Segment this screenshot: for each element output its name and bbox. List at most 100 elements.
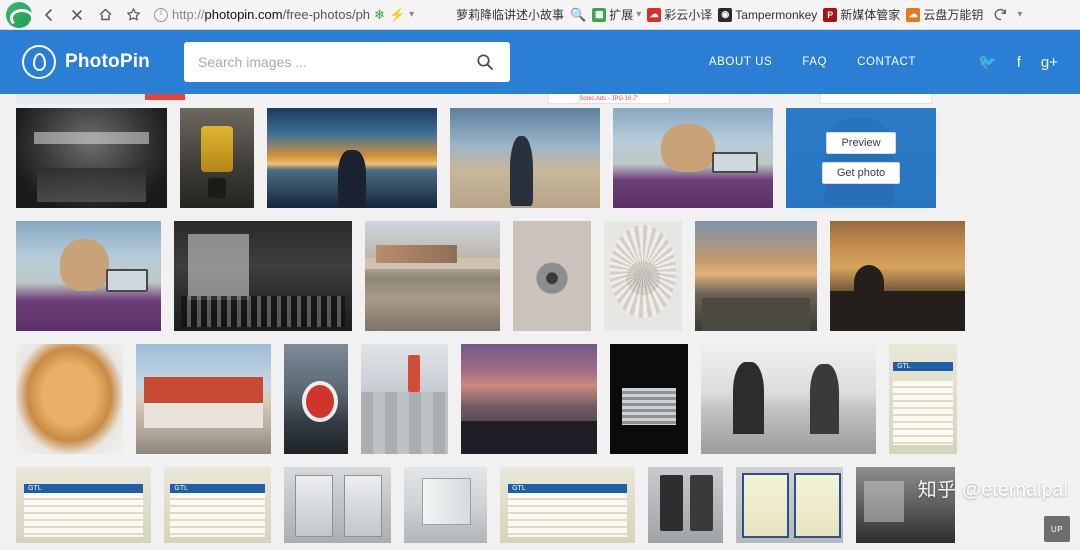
bookmark-item-1[interactable]: ▦ 扩展 ▾ — [592, 6, 641, 23]
sign-text-lines — [508, 492, 627, 537]
photo-thumbnail[interactable] — [16, 221, 161, 331]
gtl-sign-label: GTL — [508, 483, 627, 493]
bookmark-item-0[interactable]: 萝莉降临讲述小故事 — [456, 6, 564, 23]
bookmark-label: Tampermonkey — [735, 7, 818, 22]
url-text: http://photopin.com/free-photos/ph — [172, 7, 370, 22]
photo-thumbnail[interactable]: GTL — [889, 344, 957, 454]
partial-tile-right — [820, 94, 932, 104]
chevron-down-icon[interactable]: ▾ — [636, 9, 641, 20]
nav-item-contact[interactable]: CONTACT — [857, 56, 916, 68]
site-header: PhotoPin ABOUT US FAQ CONTACT 🐦 f g+ — [0, 30, 1080, 94]
browser-toolbar: http://photopin.com/free-photos/ph ❄ ⚡ ▾… — [0, 0, 1080, 30]
url-path: /free-photos/ph — [282, 7, 371, 22]
close-icon[interactable] — [66, 4, 88, 26]
photo-thumbnail[interactable] — [136, 344, 271, 454]
bookmark-item-2[interactable]: ☁ 彩云小译 — [647, 6, 712, 23]
bookmark-label: 扩展 — [609, 8, 634, 22]
twitter-icon[interactable]: 🐦 — [978, 53, 997, 71]
photo-thumbnail[interactable] — [648, 467, 723, 543]
photo-thumbnail[interactable]: GTL — [16, 467, 151, 543]
sign-text-lines — [893, 381, 953, 446]
photo-thumbnail[interactable] — [16, 108, 167, 208]
photo-grid-row — [0, 221, 1080, 344]
bookmark-label: 新媒体管家 — [840, 8, 901, 22]
bookmark-label: 云盘万能钥 — [923, 8, 984, 22]
photo-thumbnail[interactable] — [16, 344, 123, 454]
leaf-icon[interactable]: ❄ — [374, 7, 385, 23]
photo-thumbnail[interactable] — [701, 344, 876, 454]
photo-thumbnail[interactable] — [613, 108, 773, 208]
photo-thumbnail[interactable]: GTL — [164, 467, 271, 543]
ad-label: Sonic Ads - JPG 16.7" — [579, 96, 639, 102]
gtl-sign-label: GTL — [170, 483, 265, 493]
partial-tile-red — [145, 94, 185, 100]
yunpan-icon: ☁ — [906, 7, 921, 22]
photo-grid-row: Preview Get photo — [0, 108, 1080, 221]
nav-item-faq[interactable]: FAQ — [802, 56, 827, 68]
back-arrow-icon[interactable] — [38, 4, 60, 26]
tab-favicon-icon — [6, 1, 32, 28]
photo-thumbnail[interactable] — [174, 221, 352, 331]
brand-logo[interactable]: PhotoPin — [22, 45, 150, 79]
photo-thumbnail[interactable] — [604, 221, 682, 331]
image-search-box[interactable] — [183, 42, 510, 82]
photo-thumbnail[interactable] — [450, 108, 600, 208]
google-plus-icon[interactable]: g+ — [1041, 54, 1058, 71]
partial-tile-left — [16, 94, 146, 104]
site-info-icon[interactable] — [154, 7, 168, 22]
photopin-pin-icon — [22, 45, 56, 79]
bookmark-item-3[interactable]: ◉ Tampermonkey — [718, 7, 818, 22]
photo-thumbnail[interactable] — [267, 108, 437, 208]
photo-thumbnail[interactable] — [736, 467, 843, 543]
photo-thumbnail-hovered[interactable]: Preview Get photo — [786, 108, 936, 208]
sign-text-lines — [24, 492, 143, 537]
social-links: 🐦 f g+ — [978, 53, 1058, 72]
tampermonkey-icon: ◉ — [718, 7, 733, 22]
photo-grid-row: GTL — [0, 344, 1080, 467]
photo-thumbnail[interactable] — [461, 344, 597, 454]
extensions-icon: ▦ — [592, 7, 607, 22]
photo-thumbnail[interactable]: GTL — [500, 467, 635, 543]
chevron-down-icon[interactable]: ▾ — [409, 9, 414, 20]
photo-thumbnail[interactable] — [361, 344, 448, 454]
search-icon[interactable]: 🔍 — [570, 7, 586, 23]
photo-thumbnail[interactable] — [610, 344, 688, 454]
main-nav: ABOUT US FAQ CONTACT 🐦 f g+ — [709, 53, 1058, 72]
search-input[interactable] — [197, 54, 474, 70]
bookmark-label: 彩云小译 — [664, 8, 713, 22]
url-scheme: http:// — [172, 7, 205, 22]
photo-thumbnail[interactable] — [284, 344, 348, 454]
reload-icon[interactable] — [989, 4, 1011, 26]
bookmark-item-5[interactable]: ☁ 云盘万能钥 — [906, 6, 983, 23]
nav-item-about-us[interactable]: ABOUT US — [709, 56, 772, 68]
results-page: Sonic Ads - JPG 16.7" Preview Get photo — [0, 94, 1080, 550]
brand-name: PhotoPin — [65, 51, 150, 72]
gtl-sign-label: GTL — [893, 361, 953, 371]
photo-grid-row: GTL GTL GTL — [0, 467, 1080, 550]
photo-thumbnail[interactable] — [284, 467, 391, 543]
star-icon[interactable] — [122, 4, 144, 26]
photo-thumbnail[interactable] — [365, 221, 500, 331]
photo-thumbnail[interactable] — [180, 108, 254, 208]
photo-thumbnail[interactable] — [830, 221, 965, 331]
chevron-down-icon[interactable]: ▾ — [1017, 9, 1022, 20]
thumbnail-hover-overlay: Preview Get photo — [786, 108, 936, 208]
ad-slot[interactable]: Sonic Ads - JPG 16.7" — [548, 94, 670, 104]
search-icon[interactable] — [474, 51, 496, 73]
caiyun-icon: ☁ — [647, 7, 662, 22]
photo-thumbnail[interactable] — [695, 221, 817, 331]
sign-text-lines — [170, 492, 265, 537]
address-bar[interactable]: http://photopin.com/free-photos/ph ❄ ⚡ ▾ — [150, 4, 450, 26]
photo-thumbnail[interactable] — [513, 221, 591, 331]
facebook-icon[interactable]: f — [1017, 54, 1021, 71]
above-grid-strip: Sonic Ads - JPG 16.7" — [0, 94, 1080, 108]
photo-thumbnail[interactable] — [404, 467, 487, 543]
bookmark-item-4[interactable]: P 新媒体管家 — [823, 6, 900, 23]
home-icon[interactable] — [94, 4, 116, 26]
photo-thumbnail[interactable] — [856, 467, 955, 543]
get-photo-button[interactable]: Get photo — [821, 162, 901, 184]
scroll-to-top-button[interactable]: UP — [1044, 516, 1070, 542]
lightning-icon[interactable]: ⚡ — [389, 7, 405, 23]
gtl-sign-label: GTL — [24, 483, 143, 493]
preview-button[interactable]: Preview — [826, 132, 896, 154]
